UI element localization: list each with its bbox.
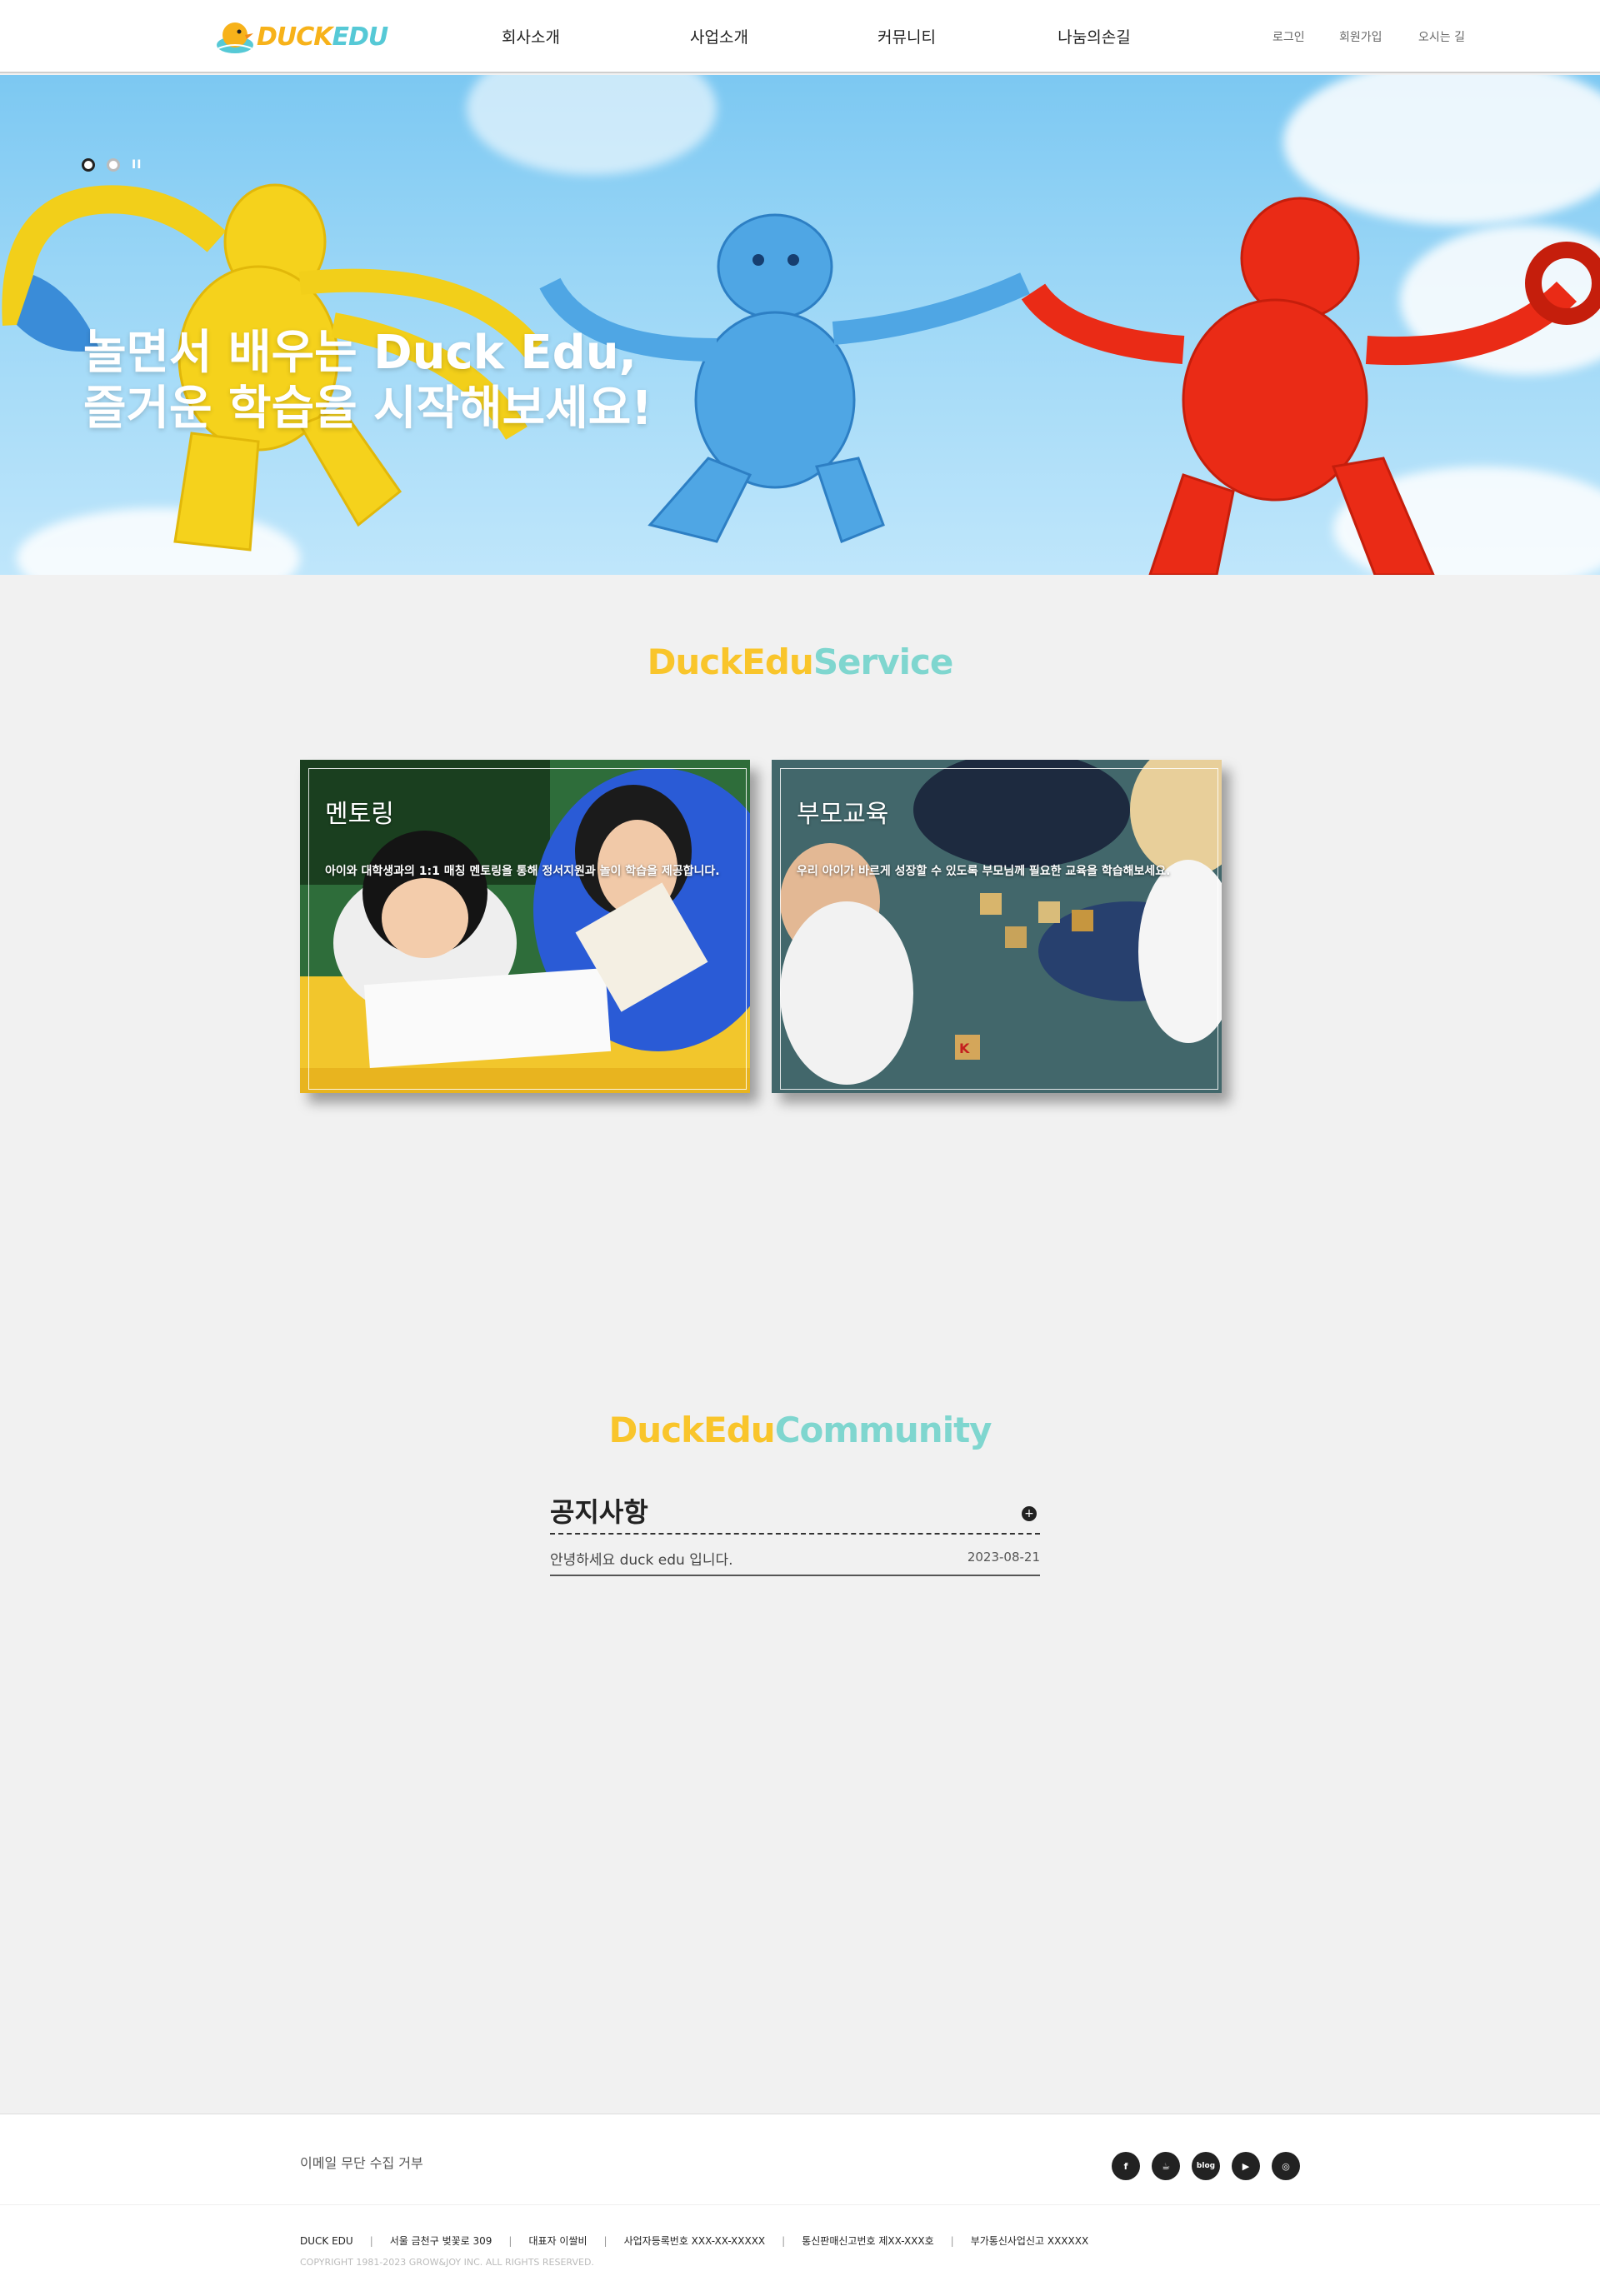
nav-company[interactable]: 회사소개 xyxy=(464,25,598,47)
notice-title: 공지사항 xyxy=(550,1496,648,1528)
login-link[interactable]: 로그인 xyxy=(1272,28,1305,45)
signup-link[interactable]: 회원가입 xyxy=(1339,28,1382,45)
hero-banner: II 놀면서 배우는 Duck Edu, 즐거운 학습을 시작해보세요! xyxy=(0,75,1600,575)
service-title-service: Service xyxy=(812,641,954,682)
copyright: COPYRIGHT 1981-2023 GROW&JOY INC. ALL RI… xyxy=(300,2257,594,2268)
info-address: 서울 금천구 벚꽃로 309 xyxy=(389,2235,492,2247)
notice-board: 공지사항 + 안녕하세요 duck edu 입니다. 2023-08-21 xyxy=(550,1491,1040,1576)
notice-post-date: 2023-08-21 xyxy=(967,1550,1040,1565)
info-sales-report: 통신판매신고번호 제XX-XXX호 xyxy=(802,2235,934,2247)
blog-icon[interactable]: blog xyxy=(1192,2152,1220,2180)
facebook-icon[interactable]: f xyxy=(1112,2152,1140,2180)
notice-row[interactable]: 안녕하세요 duck edu 입니다. 2023-08-21 xyxy=(550,1535,1040,1576)
community-title-duckedu: DuckEdu xyxy=(608,1410,775,1450)
info-ceo: 대표자 이쌀비 xyxy=(528,2235,588,2247)
nav-business[interactable]: 사업소개 xyxy=(652,25,786,47)
nav-community[interactable]: 커뮤니티 xyxy=(840,25,973,47)
pause-button[interactable]: II xyxy=(132,158,142,172)
community-section-title: DuckEduCommunity xyxy=(0,1410,1600,1450)
community-title-community: Community xyxy=(774,1410,992,1450)
service-card-mentoring[interactable]: 멘토링 아이와 대학생과의 1:1 매칭 멘토링을 통해 정서지원과 놀이 학습… xyxy=(300,760,750,1093)
instagram-icon[interactable]: ◎ xyxy=(1272,2152,1300,2180)
site-footer: 이메일 무단 수집 거부 f ☕ blog ▶ ◎ DUCK EDU | 서울 … xyxy=(0,2114,1600,2296)
notice-post-title[interactable]: 안녕하세요 duck edu 입니다. xyxy=(550,1548,733,1569)
slide-dot-1[interactable] xyxy=(82,158,95,172)
nav-sharing[interactable]: 나눔의손길 xyxy=(1028,25,1161,47)
notice-header: 공지사항 + xyxy=(550,1491,1040,1535)
info-separator: | xyxy=(508,2234,512,2247)
slider-controls: II xyxy=(82,158,142,172)
service-section-title: DuckEduService xyxy=(0,641,1600,682)
company-info: DUCK EDU | 서울 금천구 벚꽃로 309 | 대표자 이쌀비 | 사업… xyxy=(300,2234,1088,2248)
social-links: f ☕ blog ▶ ◎ xyxy=(1112,2152,1300,2180)
notice-more-button[interactable]: + xyxy=(1022,1506,1037,1521)
kakao-story-icon[interactable]: ☕ xyxy=(1152,2152,1180,2180)
footer-divider xyxy=(0,2204,1600,2205)
email-refuse-link[interactable]: 이메일 무단 수집 거부 xyxy=(300,2152,423,2172)
service-card-parent-education[interactable]: K 부모교육 우리 아이가 바르게 성장할 수 있도록 부모님께 필요한 교육을… xyxy=(772,760,1222,1093)
service-title-duckedu: DuckEdu xyxy=(647,641,814,682)
info-company: DUCK EDU xyxy=(300,2234,353,2247)
hero-title-line2: 즐거운 학습을 시작해보세요! xyxy=(83,382,652,437)
youtube-icon[interactable]: ▶ xyxy=(1232,2152,1260,2180)
card-title: 부모교육 xyxy=(797,800,889,829)
card-title: 멘토링 xyxy=(325,800,394,829)
card-description: 우리 아이가 바르게 성장할 수 있도록 부모님께 필요한 교육을 학습해보세요… xyxy=(797,865,1171,878)
info-separator: | xyxy=(603,2234,608,2247)
info-separator: | xyxy=(950,2234,954,2247)
info-separator: | xyxy=(369,2234,373,2247)
card-description: 아이와 대학생과의 1:1 매칭 멘토링을 통해 정서지원과 놀이 학습을 제공… xyxy=(325,865,720,878)
hero-title-line1: 놀면서 배우는 Duck Edu, xyxy=(83,326,637,380)
info-telecom-report: 부가통신사업신고 XXXXXX xyxy=(970,2235,1089,2247)
hero-title: 놀면서 배우는 Duck Edu, 즐거운 학습을 시작해보세요! xyxy=(83,325,652,437)
directions-link[interactable]: 오시는 길 xyxy=(1418,28,1465,45)
info-separator: | xyxy=(782,2234,786,2247)
site-header: DUCKEDU 회사소개 사업소개 커뮤니티 나눔의손길 로그인 회원가입 오시… xyxy=(0,0,1600,73)
slide-dot-2[interactable] xyxy=(107,158,120,172)
info-business-number: 사업자등록번호 XXX-XX-XXXXX xyxy=(623,2235,766,2247)
